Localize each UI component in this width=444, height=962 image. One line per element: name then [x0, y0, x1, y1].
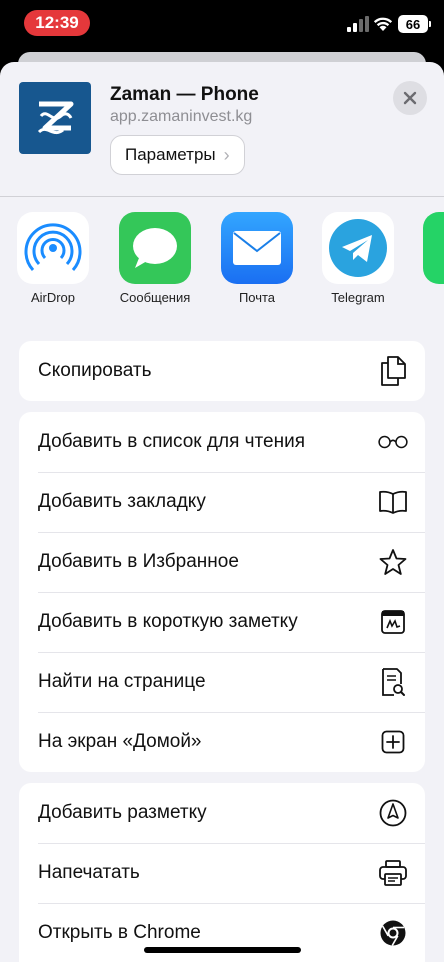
status-bar: 12:39 66	[0, 0, 444, 48]
whatsapp-icon	[423, 212, 444, 284]
battery-tip	[429, 21, 431, 27]
action-bookmark[interactable]: Добавить закладку	[19, 472, 425, 532]
close-icon	[403, 91, 417, 105]
share-app-label: Telegram	[331, 290, 385, 305]
page-title: Zaman — Phone	[110, 84, 259, 105]
add-square-icon	[377, 726, 409, 758]
printer-icon	[377, 857, 409, 889]
book-icon	[377, 486, 409, 518]
action-label: Напечатать	[38, 862, 140, 883]
share-header: Zaman — Phone app.zamaninvest.kg Парамет…	[0, 62, 444, 196]
home-indicator[interactable]	[144, 947, 301, 953]
airdrop-icon	[17, 212, 89, 284]
action-add-to-home[interactable]: На экран «Домой»	[19, 712, 425, 772]
action-label: Добавить разметку	[38, 802, 207, 823]
page-url: app.zamaninvest.kg	[110, 108, 253, 125]
close-button[interactable]	[393, 81, 427, 115]
action-open-chrome[interactable]: Открыть в Chrome	[19, 903, 425, 962]
action-label: Добавить закладку	[38, 491, 206, 512]
action-group-copy: Скопировать	[19, 341, 425, 401]
mail-icon	[221, 212, 293, 284]
share-app-label: AirDrop	[30, 290, 76, 305]
action-favorites[interactable]: Добавить в Избранное	[19, 532, 425, 592]
action-label: Добавить в короткую заметку	[38, 611, 298, 632]
action-quick-note[interactable]: Добавить в короткую заметку	[19, 592, 425, 652]
status-time[interactable]: 12:39	[24, 10, 90, 36]
action-markup[interactable]: Добавить разметку	[19, 783, 425, 843]
battery-indicator: 66	[398, 15, 428, 33]
options-button[interactable]: Параметры ›	[110, 135, 245, 175]
share-app-telegram[interactable]: Telegram	[313, 212, 403, 305]
share-app-label: Wh	[414, 290, 444, 305]
zaman-logo-icon	[19, 82, 91, 154]
telegram-icon	[322, 212, 394, 284]
markup-icon	[377, 797, 409, 829]
share-app-label: Сообщения	[119, 290, 191, 305]
action-label: Добавить в Избранное	[38, 551, 239, 572]
star-icon	[377, 546, 409, 578]
find-page-icon	[377, 666, 409, 698]
options-label: Параметры	[125, 145, 216, 164]
action-copy[interactable]: Скопировать	[19, 341, 425, 401]
share-app-label: Почта	[238, 290, 276, 305]
action-group-other: Добавить разметку Напечатать Открыть в C…	[19, 783, 425, 962]
wifi-icon	[373, 17, 393, 31]
quick-note-icon	[377, 606, 409, 638]
action-reading-list[interactable]: Добавить в список для чтения	[19, 412, 425, 472]
copy-icon	[377, 355, 409, 387]
action-label: Добавить в список для чтения	[38, 431, 305, 452]
chrome-icon	[377, 917, 409, 949]
chevron-right-icon: ›	[223, 144, 230, 165]
action-label: Найти на странице	[38, 671, 206, 692]
cellular-signal-icon	[347, 16, 369, 32]
share-sheet: Zaman — Phone app.zamaninvest.kg Парамет…	[0, 62, 444, 962]
share-apps-row: AirDrop Сообщения Почта Telegram	[0, 212, 444, 312]
action-label: Открыть в Chrome	[38, 922, 201, 943]
share-app-airdrop[interactable]: AirDrop	[8, 212, 98, 305]
action-group-browser: Добавить в список для чтения Добавить за…	[19, 412, 425, 772]
glasses-icon	[377, 426, 409, 458]
action-print[interactable]: Напечатать	[19, 843, 425, 903]
action-find-on-page[interactable]: Найти на странице	[19, 652, 425, 712]
share-app-mail[interactable]: Почта	[212, 212, 302, 305]
messages-icon	[119, 212, 191, 284]
share-app-whatsapp[interactable]: Wh	[414, 212, 444, 305]
action-label: На экран «Домой»	[38, 731, 202, 752]
header-divider	[0, 196, 444, 197]
share-app-messages[interactable]: Сообщения	[110, 212, 200, 305]
action-label: Скопировать	[38, 360, 152, 381]
